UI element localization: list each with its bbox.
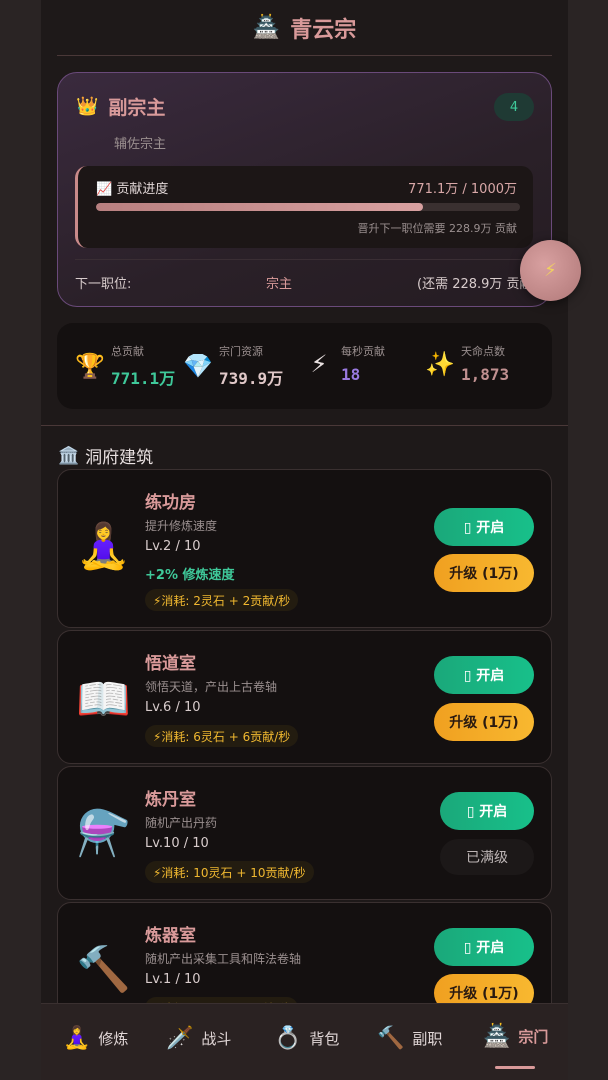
nav-item-cultivation[interactable]: 🧘‍♀️ 修炼 xyxy=(63,1026,128,1051)
building-cost: ⚡消耗: 10灵石 + 10贡献/秒 xyxy=(145,861,314,883)
building-cost: ⚡消耗: 2灵石 + 2贡献/秒 xyxy=(145,589,299,611)
lightning-icon: ⚡ xyxy=(544,260,557,281)
building-name: 悟道室 xyxy=(145,654,196,674)
upgrade-button[interactable]: 升级 (1万) xyxy=(434,703,534,741)
book-icon: 📖 xyxy=(76,674,131,725)
building-desc: 领悟天道，产出上古卷轴 xyxy=(145,680,278,694)
dagger-icon: 🗡️ xyxy=(166,1026,194,1051)
rank-level-badge: 4 xyxy=(494,93,534,121)
gem-icon: 💎 xyxy=(183,352,213,380)
stat-destiny-points: ✨ 天命点数 1,873 xyxy=(425,343,509,384)
building-level: Lv.6 / 10 xyxy=(145,700,201,715)
progress-bar xyxy=(96,203,520,211)
stats-panel: 🏆 总贡献 771.1万 💎 宗门资源 739.9万 ⚡ 每秒贡献 18 ✨ 天命点数… xyxy=(57,323,552,409)
page-title: 青云宗 xyxy=(290,17,357,43)
app-window: 🏯 青云宗 👑 副宗主 4 辅佐宗主 📈 贡献进度 771.1万 / 1000万… xyxy=(41,0,568,1080)
section-divider xyxy=(41,425,568,426)
building-desc: 提升修炼速度 xyxy=(145,519,218,533)
bottom-nav: 🧘‍♀️ 修炼 🗡️ 战斗 💍 背包 🔨 副职 🏯 宗门 xyxy=(41,1003,568,1080)
rank-description: 辅佐宗主 xyxy=(114,137,167,152)
progress-value: 771.1万 / 1000万 xyxy=(408,182,517,197)
progress-hint: 晋升下一职位需要 228.9万 贡献 xyxy=(357,222,517,235)
building-name: 炼丹室 xyxy=(145,790,196,810)
nav-label: 修炼 xyxy=(98,1030,129,1048)
stat-label: 总贡献 xyxy=(111,345,144,358)
pagoda-icon: 🏯 xyxy=(252,15,281,40)
building-card: 📖 悟道室 领悟天道，产出上古卷轴 Lv.6 / 10 ⚡消耗: 6灵石 + 6… xyxy=(57,630,552,764)
stat-value: 739.9万 xyxy=(219,369,284,388)
meditation-icon: 🧘‍♀️ xyxy=(76,521,131,572)
progress-bar-fill xyxy=(96,203,423,211)
building-desc: 随机产出丹药 xyxy=(145,816,218,830)
pagoda-icon: 🏯 xyxy=(483,1024,511,1049)
building-card: ⚗️ 炼丹室 随机产出丹药 Lv.10 / 10 ⚡消耗: 10灵石 + 10贡… xyxy=(57,766,552,900)
next-rank-row: 下一职位: 宗主 (还需 228.9万 贡献 xyxy=(75,259,545,299)
nav-label: 宗门 xyxy=(518,1028,549,1046)
temple-icon: 🏛️ xyxy=(58,445,80,466)
stat-contribution-per-second: ⚡ 每秒贡献 18 xyxy=(305,343,385,384)
building-level: Lv.2 / 10 xyxy=(145,539,201,554)
meditation-icon: 🧘‍♀️ xyxy=(63,1026,91,1051)
section-title: 🏛️ 洞府建筑 xyxy=(58,443,154,469)
section-title-text: 洞府建筑 xyxy=(85,448,154,468)
nav-item-battle[interactable]: 🗡️ 战斗 xyxy=(166,1026,231,1051)
max-level-label: 已满级 xyxy=(440,839,534,875)
page-header: 🏯 青云宗 xyxy=(57,0,552,56)
nav-label: 背包 xyxy=(309,1030,340,1048)
nav-item-bag[interactable]: 💍 背包 xyxy=(274,1026,339,1051)
hammer-icon: 🔨 xyxy=(76,944,131,995)
trophy-icon: 🏆 xyxy=(75,352,105,380)
rank-title-row: 👑 副宗主 xyxy=(76,93,165,120)
stat-sect-resources: 💎 宗门资源 739.9万 xyxy=(183,343,283,389)
alembic-icon: ⚗️ xyxy=(76,808,131,859)
nav-item-sect[interactable]: 🏯 宗门 xyxy=(483,1024,548,1049)
toggle-on-button[interactable]: ▯ 开启 xyxy=(440,792,534,830)
active-tab-indicator xyxy=(495,1066,535,1069)
next-rank-label: 下一职位: xyxy=(75,277,132,292)
building-card: 🧘‍♀️ 练功房 提升修炼速度 Lv.2 / 10 +2% 修炼速度 ⚡消耗: … xyxy=(57,469,552,628)
building-name: 练功房 xyxy=(145,493,196,513)
quick-action-button[interactable]: ⚡ xyxy=(520,240,581,301)
stat-value: 1,873 xyxy=(461,365,510,384)
stat-value: 771.1万 xyxy=(111,369,176,388)
toggle-on-button[interactable]: ▯ 开启 xyxy=(434,928,534,966)
building-name: 炼器室 xyxy=(145,926,196,946)
stat-value: 18 xyxy=(341,365,361,384)
ring-icon: 💍 xyxy=(274,1026,302,1051)
stat-label: 宗门资源 xyxy=(219,345,263,358)
building-cost: ⚡消耗: 6灵石 + 6贡献/秒 xyxy=(145,725,299,747)
building-level: Lv.1 / 10 xyxy=(145,972,201,987)
lightning-icon: ⚡ xyxy=(310,349,328,378)
toggle-on-button[interactable]: ▯ 开启 xyxy=(434,656,534,694)
upgrade-button[interactable]: 升级 (1万) xyxy=(434,554,534,592)
building-desc: 随机产出采集工具和阵法卷轴 xyxy=(145,952,302,966)
next-rank-name: 宗主 xyxy=(266,277,293,292)
contribution-progress: 📈 贡献进度 771.1万 / 1000万 晋升下一职位需要 228.9万 贡献 xyxy=(75,166,533,248)
stat-label: 每秒贡献 xyxy=(341,345,385,358)
sparkles-icon: ✨ xyxy=(425,349,455,378)
nav-item-side-job[interactable]: 🔨 副职 xyxy=(377,1026,442,1051)
stat-total-contribution: 🏆 总贡献 771.1万 xyxy=(75,343,175,389)
nav-label: 战斗 xyxy=(201,1030,232,1048)
building-bonus: +2% 修炼速度 xyxy=(145,568,235,583)
rank-card: 👑 副宗主 4 辅佐宗主 📈 贡献进度 771.1万 / 1000万 晋升下一职… xyxy=(57,72,552,307)
nav-label: 副职 xyxy=(412,1030,443,1048)
crown-icon: 👑 xyxy=(76,96,99,117)
building-level: Lv.10 / 10 xyxy=(145,836,209,851)
hammer-icon: 🔨 xyxy=(377,1026,405,1051)
next-rank-need: (还需 228.9万 贡献 xyxy=(417,277,533,292)
progress-label: 📈 贡献进度 xyxy=(96,182,169,197)
rank-name: 副宗主 xyxy=(108,97,166,119)
stat-label: 天命点数 xyxy=(461,345,505,358)
toggle-on-button[interactable]: ▯ 开启 xyxy=(434,508,534,546)
